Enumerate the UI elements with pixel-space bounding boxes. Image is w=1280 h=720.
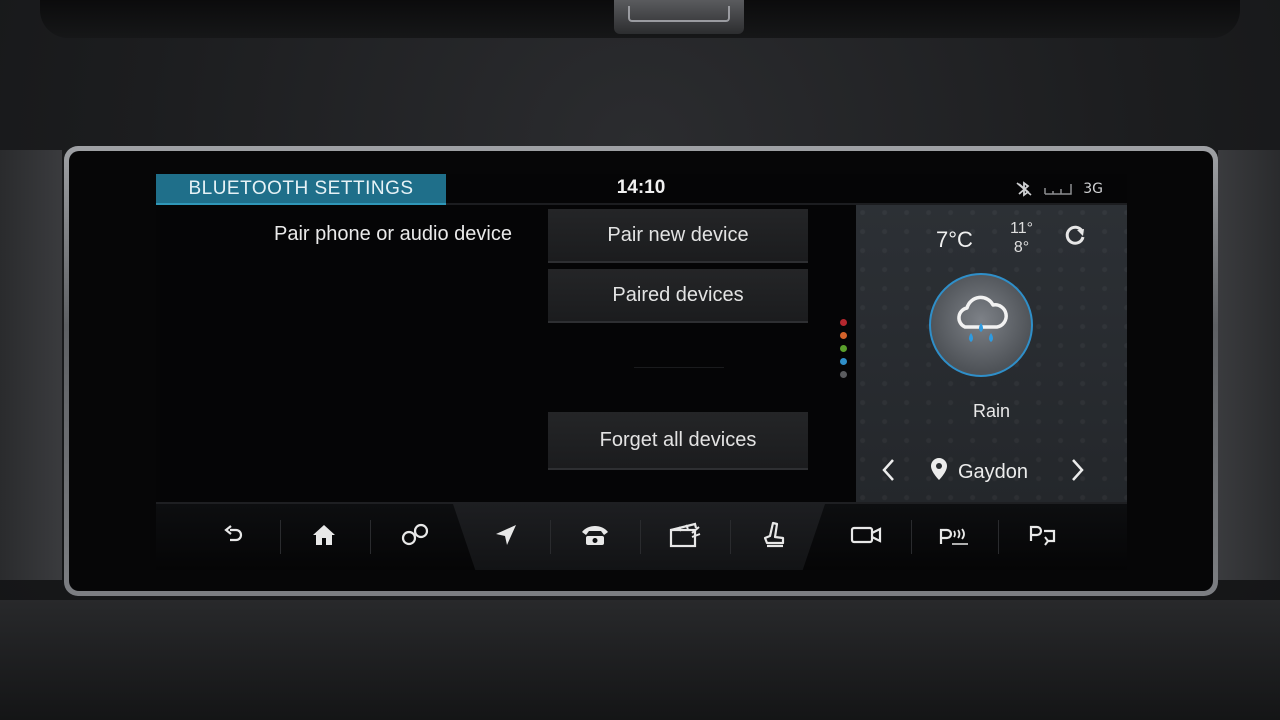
current-temperature: 7°C <box>936 227 973 252</box>
left-trim-panel <box>0 150 62 580</box>
nav-separator <box>640 520 641 554</box>
home-icon <box>311 523 337 551</box>
chevron-left-icon <box>874 459 904 489</box>
clock: 14:10 <box>616 177 666 198</box>
back-button[interactable] <box>194 504 274 570</box>
nav-separator <box>280 520 281 554</box>
status-bar: BLUETOOTH SETTINGS 14:10 3G <box>156 174 1127 205</box>
connect-icon <box>400 523 430 551</box>
seat-button[interactable] <box>734 504 814 570</box>
page-indicator-dot <box>840 358 847 365</box>
home-button[interactable] <box>284 504 364 570</box>
park-exit-icon <box>1028 521 1060 553</box>
page-indicator-dot <box>840 371 847 378</box>
nav-separator <box>370 520 371 554</box>
paired-devices-button[interactable]: Paired devices <box>548 269 808 323</box>
phone-icon <box>580 523 610 551</box>
bottom-navigation <box>156 502 1127 570</box>
media-icon <box>668 521 702 553</box>
lower-dashboard <box>0 600 1280 720</box>
back-icon <box>223 524 245 550</box>
list-divider <box>634 367 724 368</box>
media-button[interactable] <box>645 504 725 570</box>
vent-clip <box>614 0 744 34</box>
right-trim-panel <box>1218 150 1280 580</box>
location: Gaydon <box>930 457 1028 487</box>
cloud-rain-icon <box>949 293 1013 357</box>
pair-new-device-button[interactable]: Pair new device <box>548 209 808 263</box>
chevron-right-icon <box>1062 459 1092 489</box>
bluetooth-settings-panel: Pair phone or audio device Pair new devi… <box>156 205 832 502</box>
air-vent <box>40 0 1240 38</box>
park-assist-button[interactable] <box>914 504 994 570</box>
low-temperature: 8° <box>1013 239 1030 256</box>
location-pin-icon <box>930 457 948 487</box>
section-label: Pair phone or audio device <box>274 223 512 245</box>
camera-button[interactable] <box>826 504 906 570</box>
previous-location-button[interactable] <box>874 455 904 485</box>
navigation-button[interactable] <box>466 504 546 570</box>
bluetooth-off-icon <box>1015 181 1033 197</box>
phone-button[interactable] <box>555 504 635 570</box>
page-indicator-dot <box>840 345 847 352</box>
high-temperature: 11° <box>1010 220 1034 237</box>
nav-separator <box>550 520 551 554</box>
camera-icon <box>850 525 882 549</box>
system-status: 3G <box>1015 181 1103 197</box>
infotainment-screen: BLUETOOTH SETTINGS 14:10 3G Pair phone o… <box>156 174 1127 570</box>
location-selector: Gaydon <box>856 455 1127 485</box>
refresh-icon[interactable] <box>1062 223 1088 249</box>
temperature-range: 11° 8° <box>1010 219 1033 257</box>
weather-condition-badge <box>929 273 1033 377</box>
nav-separator <box>998 520 999 554</box>
page-indicator-dot <box>840 319 847 326</box>
weather-condition: Rain <box>972 401 1011 421</box>
location-name: Gaydon <box>958 460 1029 483</box>
seat-icon <box>761 521 787 553</box>
network-type: 3G <box>1083 181 1103 197</box>
weather-widget[interactable]: 7°C 11° 8° Rain Gaydon <box>856 205 1127 502</box>
next-location-button[interactable] <box>1062 455 1092 485</box>
forget-all-devices-button[interactable]: Forget all devices <box>548 412 808 470</box>
signal-icon <box>1043 182 1073 196</box>
park-assist-icon <box>938 522 970 552</box>
connect-button[interactable] <box>375 504 455 570</box>
page-title: BLUETOOTH SETTINGS <box>156 174 446 205</box>
park-exit-button[interactable] <box>1004 504 1084 570</box>
nav-separator <box>911 520 912 554</box>
navigation-icon <box>494 523 518 551</box>
page-indicator-dot <box>840 332 847 339</box>
nav-separator <box>730 520 731 554</box>
page-indicator <box>840 319 847 378</box>
